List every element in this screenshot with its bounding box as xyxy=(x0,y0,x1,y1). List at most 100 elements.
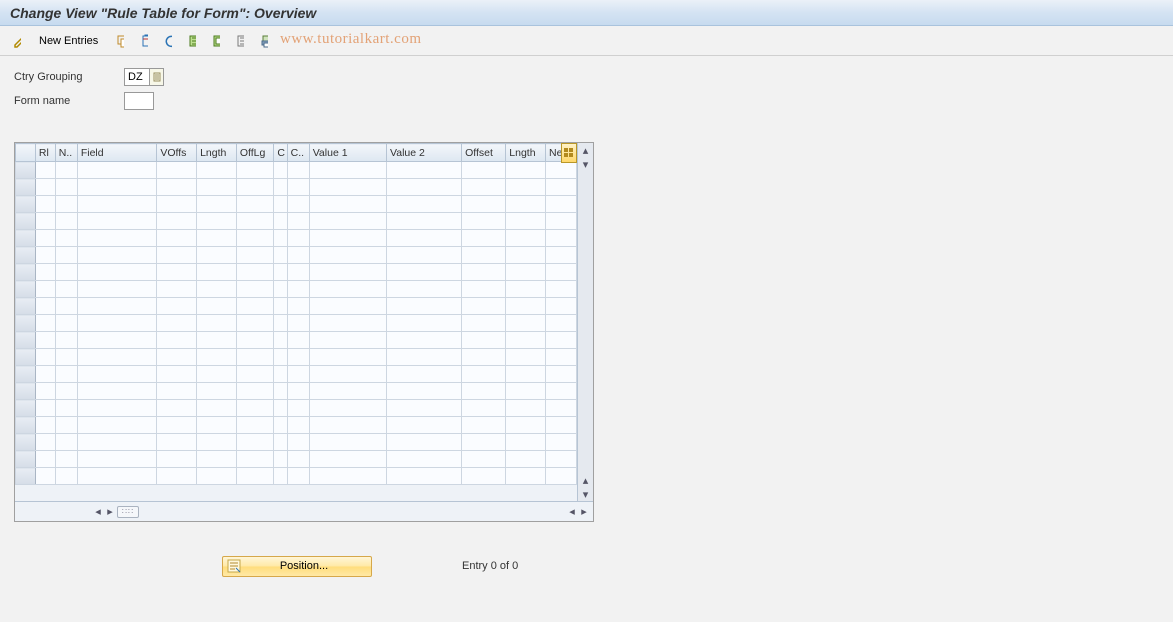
cell[interactable] xyxy=(77,366,157,383)
cell[interactable] xyxy=(309,247,386,264)
table-row[interactable] xyxy=(16,264,577,281)
cell[interactable] xyxy=(274,383,287,400)
cell[interactable] xyxy=(157,417,197,434)
cell[interactable] xyxy=(197,162,237,179)
cell[interactable] xyxy=(506,366,546,383)
cell[interactable] xyxy=(309,434,386,451)
cell[interactable] xyxy=(236,298,274,315)
cell[interactable] xyxy=(309,196,386,213)
cell[interactable] xyxy=(35,332,55,349)
cell[interactable] xyxy=(55,383,77,400)
select-block-icon[interactable] xyxy=(205,31,227,51)
column-config-icon[interactable]: ∷∷ xyxy=(117,506,139,518)
cell[interactable] xyxy=(35,230,55,247)
cell[interactable] xyxy=(236,383,274,400)
table-row[interactable] xyxy=(16,468,577,485)
cell[interactable] xyxy=(274,213,287,230)
cell[interactable] xyxy=(309,468,386,485)
column-header[interactable]: Value 1 xyxy=(309,144,386,162)
cell[interactable] xyxy=(35,179,55,196)
cell[interactable] xyxy=(35,247,55,264)
cell[interactable] xyxy=(197,230,237,247)
table-row[interactable] xyxy=(16,315,577,332)
row-selector[interactable] xyxy=(16,366,36,383)
cell[interactable] xyxy=(274,400,287,417)
cell[interactable] xyxy=(387,417,462,434)
cell[interactable] xyxy=(546,332,577,349)
cell[interactable] xyxy=(506,162,546,179)
cell[interactable] xyxy=(387,332,462,349)
cell[interactable] xyxy=(236,162,274,179)
cell[interactable] xyxy=(77,213,157,230)
cell[interactable] xyxy=(546,349,577,366)
cell[interactable] xyxy=(197,281,237,298)
cell[interactable] xyxy=(287,247,309,264)
cell[interactable] xyxy=(287,434,309,451)
table-row[interactable] xyxy=(16,434,577,451)
row-selector[interactable] xyxy=(16,264,36,281)
copy-as-icon[interactable] xyxy=(109,31,131,51)
cell[interactable] xyxy=(462,417,506,434)
cell[interactable] xyxy=(77,383,157,400)
cell[interactable] xyxy=(309,451,386,468)
cell[interactable] xyxy=(55,264,77,281)
cell[interactable] xyxy=(236,349,274,366)
table-settings-icon[interactable] xyxy=(561,143,577,163)
cell[interactable] xyxy=(546,230,577,247)
row-selector[interactable] xyxy=(16,315,36,332)
cell[interactable] xyxy=(274,332,287,349)
undo-icon[interactable] xyxy=(157,31,179,51)
cell[interactable] xyxy=(287,264,309,281)
table-row[interactable] xyxy=(16,179,577,196)
row-selector[interactable] xyxy=(16,468,36,485)
cell[interactable] xyxy=(157,349,197,366)
cell[interactable] xyxy=(55,230,77,247)
column-header[interactable]: VOffs xyxy=(157,144,197,162)
hscroll-right-icon[interactable]: ▸ xyxy=(105,505,115,519)
cell[interactable] xyxy=(55,434,77,451)
cell[interactable] xyxy=(309,366,386,383)
cell[interactable] xyxy=(236,468,274,485)
row-selector[interactable] xyxy=(16,281,36,298)
cell[interactable] xyxy=(236,179,274,196)
cell[interactable] xyxy=(197,298,237,315)
cell[interactable] xyxy=(506,349,546,366)
cell[interactable] xyxy=(157,162,197,179)
cell[interactable] xyxy=(387,349,462,366)
cell[interactable] xyxy=(197,417,237,434)
cell[interactable] xyxy=(197,468,237,485)
cell[interactable] xyxy=(55,196,77,213)
cell[interactable] xyxy=(274,162,287,179)
cell[interactable] xyxy=(35,213,55,230)
cell[interactable] xyxy=(387,230,462,247)
cell[interactable] xyxy=(236,434,274,451)
cell[interactable] xyxy=(287,315,309,332)
cell[interactable] xyxy=(236,213,274,230)
cell[interactable] xyxy=(287,196,309,213)
cell[interactable] xyxy=(77,264,157,281)
table-row[interactable] xyxy=(16,400,577,417)
cell[interactable] xyxy=(287,400,309,417)
cell[interactable] xyxy=(35,451,55,468)
cell[interactable] xyxy=(462,315,506,332)
cell[interactable] xyxy=(35,400,55,417)
cell[interactable] xyxy=(236,366,274,383)
cell[interactable] xyxy=(274,247,287,264)
table-row[interactable] xyxy=(16,247,577,264)
cell[interactable] xyxy=(55,349,77,366)
form-name-input[interactable] xyxy=(124,92,154,110)
cell[interactable] xyxy=(309,400,386,417)
cell[interactable] xyxy=(35,264,55,281)
cell[interactable] xyxy=(506,196,546,213)
cell[interactable] xyxy=(55,298,77,315)
hscroll-right-end-icon[interactable]: ▸ xyxy=(579,505,589,519)
cell[interactable] xyxy=(55,451,77,468)
cell[interactable] xyxy=(546,434,577,451)
cell[interactable] xyxy=(462,247,506,264)
cell[interactable] xyxy=(546,400,577,417)
table-row[interactable] xyxy=(16,213,577,230)
cell[interactable] xyxy=(546,468,577,485)
row-selector[interactable] xyxy=(16,213,36,230)
row-selector[interactable] xyxy=(16,349,36,366)
table-row[interactable] xyxy=(16,383,577,400)
